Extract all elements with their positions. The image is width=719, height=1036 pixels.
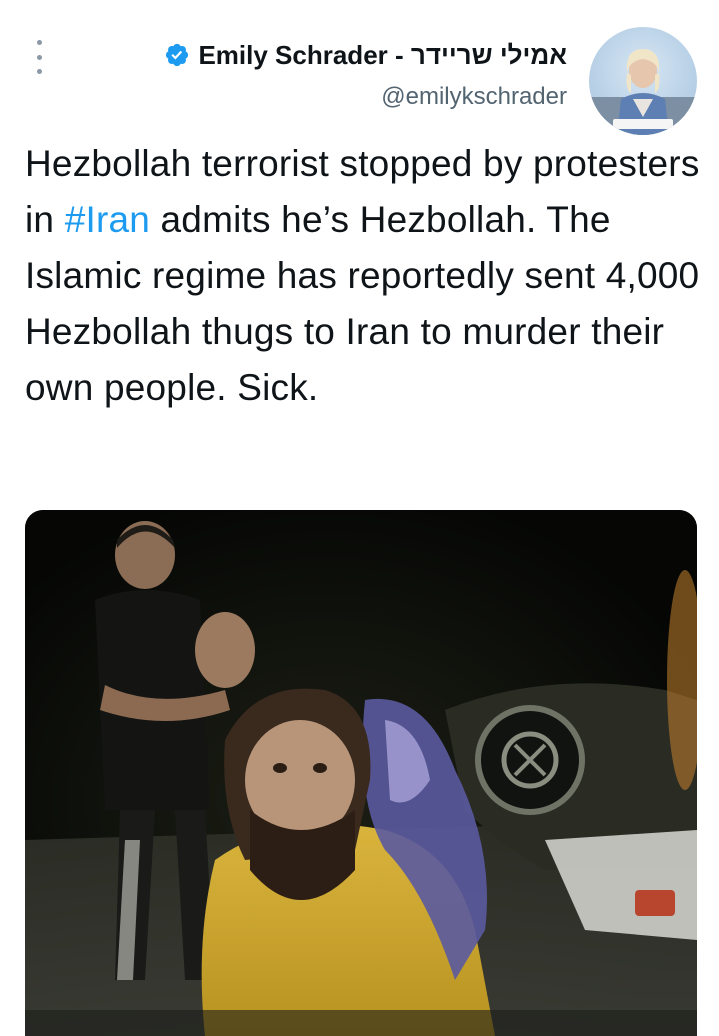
author-row[interactable]: Emily Schrader - אמילי שריידר [164, 38, 567, 72]
tweet-video-still[interactable] [25, 510, 697, 1036]
more-options-icon[interactable] [33, 40, 45, 74]
tweet-header: Emily Schrader - אמילי שריידר @emilyksch… [164, 38, 567, 114]
tweet-text: Hezbollah terrorist stopped by protester… [25, 136, 705, 416]
hashtag-link[interactable]: #Iran [65, 199, 150, 240]
author-handle[interactable]: @emilykschrader [164, 80, 567, 114]
author-name[interactable]: Emily Schrader - אמילי שריידר [198, 38, 567, 72]
avatar[interactable] [589, 27, 697, 135]
verified-badge-icon [166, 43, 189, 67]
